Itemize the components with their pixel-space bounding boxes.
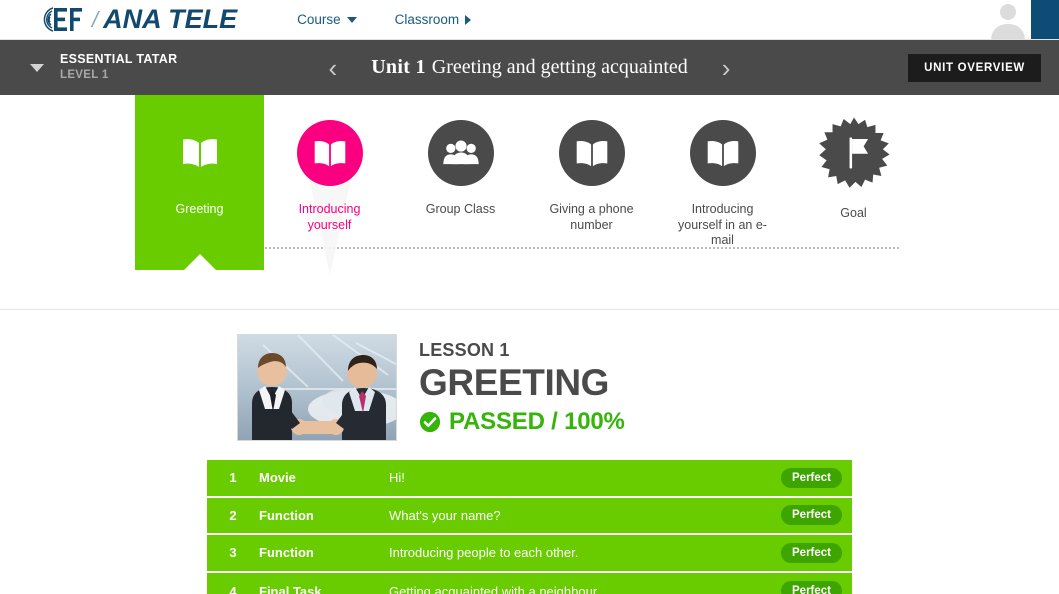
task-type: Function <box>259 545 314 561</box>
step-2-circle <box>296 120 363 186</box>
logo-divider: / <box>92 6 99 32</box>
step-4-circle <box>558 120 625 186</box>
group-icon <box>442 140 479 165</box>
chevron-down-icon <box>346 16 357 23</box>
lesson-status: PASSED / 100% <box>419 408 625 436</box>
unit-number: Unit 1 <box>371 56 426 78</box>
course-selector[interactable]: ESSENTIAL TATAR LEVEL 1 <box>30 52 177 83</box>
task-description: Introducing people to each other. <box>389 545 579 561</box>
book-icon <box>182 139 217 167</box>
nav-classroom-label: Classroom <box>394 12 460 27</box>
step-greeting[interactable]: Greeting <box>135 95 264 270</box>
table-row[interactable]: 3 Function Introducing people to each ot… <box>207 535 852 573</box>
step-introducing-yourself[interactable]: Introducing yourself <box>264 95 395 275</box>
avatar[interactable] <box>985 0 1031 39</box>
prev-unit-button[interactable]: ‹ <box>321 55 346 81</box>
flag-burst-icon <box>818 117 890 188</box>
task-number: 4 <box>229 583 237 594</box>
table-row[interactable]: 4 Final Task Getting acquainted with a n… <box>207 573 852 594</box>
lesson-thumbnail[interactable] <box>237 334 397 441</box>
account-accent-bar[interactable] <box>1031 0 1059 39</box>
next-unit-button[interactable]: › <box>714 55 739 81</box>
status-badge: Perfect <box>781 505 842 526</box>
lesson-detail: LESSON 1 GREETING PASSED / 100% <box>0 310 1059 441</box>
unit-title-text: Greeting and getting acquainted <box>431 56 688 78</box>
task-description: Hi! <box>389 470 405 486</box>
step-group-class[interactable]: Group Class <box>395 95 526 218</box>
step-1-label: Greeting <box>175 202 224 216</box>
course-name: ESSENTIAL TATAR <box>60 52 178 67</box>
step-1-icon-wrap <box>167 120 233 186</box>
table-row[interactable]: 1 Movie Hi! Perfect <box>207 460 852 498</box>
task-number: 1 <box>229 470 237 486</box>
status-badge: Perfect <box>781 467 842 488</box>
chevron-right-icon <box>465 14 472 25</box>
step-6-label: Goal <box>840 206 867 220</box>
unit-stepper: Greeting Introducing yourself Group Clas… <box>0 95 1059 310</box>
brand-logo[interactable]: / ANA TELE <box>32 4 237 35</box>
table-row[interactable]: 2 Function What's your name? Perfect <box>207 498 852 535</box>
unit-overview-button[interactable]: UNIT OVERVIEW <box>908 53 1041 82</box>
lesson-number: LESSON 1 <box>419 340 510 360</box>
course-level: LEVEL 1 <box>60 68 109 81</box>
task-type: Final Task <box>259 583 322 594</box>
task-description: Getting acquainted with a neighbour. <box>389 583 601 594</box>
step-5-circle <box>689 120 756 186</box>
nav-item-course[interactable]: Course <box>297 12 357 27</box>
task-type: Function <box>259 507 314 523</box>
task-number: 2 <box>229 507 237 523</box>
unit-bar: ESSENTIAL TATAR LEVEL 1 ‹ Unit 1 Greeting… <box>0 40 1059 95</box>
step-3-circle <box>427 120 494 186</box>
unit-heading: Unit 1 Greeting and getting acquainted <box>371 56 688 79</box>
step-2-label: Introducing yourself <box>298 202 361 232</box>
task-list: 1 Movie Hi! Perfect 2 Function What's yo… <box>207 460 852 594</box>
check-circle-icon <box>419 411 441 433</box>
status-badge: Perfect <box>781 542 842 563</box>
task-type: Movie <box>259 470 296 486</box>
account-area <box>985 0 1059 39</box>
top-navigation: Course Classroom <box>297 12 509 27</box>
status-badge: Perfect <box>781 581 842 594</box>
step-5-label: Introducing yourself in an e-mail <box>678 202 767 248</box>
ef-logo-icon <box>32 6 88 33</box>
book-icon <box>314 140 345 166</box>
step-4-label: Giving a phone number <box>549 202 634 232</box>
book-icon <box>707 140 738 166</box>
step-giving-a-phone-number[interactable]: Giving a phone number <box>526 95 657 233</box>
brand-name: ANA TELE <box>103 4 238 34</box>
task-description: What's your name? <box>389 507 501 523</box>
triangle-down-icon <box>30 63 44 72</box>
nav-item-classroom[interactable]: Classroom <box>395 12 472 27</box>
top-bar: / ANA TELE Course Classroom <box>0 0 1059 40</box>
step-introducing-yourself-email[interactable]: Introducing yourself in an e-mail <box>657 95 788 249</box>
step-3-label: Group Class <box>425 202 496 216</box>
book-icon <box>576 140 607 166</box>
step-goal[interactable]: Goal <box>788 95 919 222</box>
task-number: 3 <box>229 545 237 561</box>
lesson-meta: LESSON 1 GREETING PASSED / 100% <box>419 334 625 436</box>
user-avatar-icon <box>991 4 1025 39</box>
nav-course-label: Course <box>297 12 341 27</box>
handshake-photo <box>238 335 396 440</box>
lesson-status-text: PASSED / 100% <box>449 407 625 435</box>
lesson-title: GREETING <box>419 362 610 403</box>
